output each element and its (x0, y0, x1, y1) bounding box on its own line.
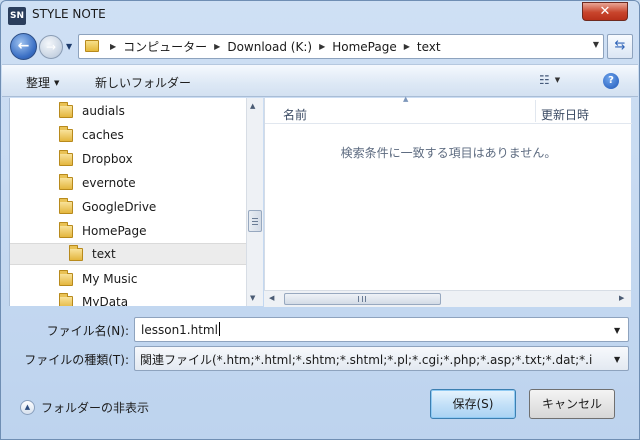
view-list-icon: ☷ (539, 73, 550, 87)
tree-item-label: My Music (82, 272, 138, 286)
file-list-pane[interactable]: ▲ 名前 更新日時 検索条件に一致する項目はありません。 (264, 95, 632, 306)
tree-item-label: caches (82, 128, 124, 142)
refresh-button[interactable]: ⇆ (607, 34, 633, 59)
refresh-icon: ⇆ (614, 38, 626, 53)
filetype-label: ファイルの種類(T): (24, 353, 129, 367)
command-bar: 整理 ▼ 新しいフォルダー ☷ ▼ ? (2, 64, 638, 97)
organize-button[interactable]: 整理 ▼ (26, 74, 59, 91)
organize-label: 整理 (26, 76, 51, 90)
folder-icon (59, 197, 73, 214)
scroll-right-icon[interactable]: ▶ (619, 294, 624, 302)
tree-item-mydata[interactable]: MyData (10, 291, 246, 306)
column-header-date[interactable]: 更新日時 (541, 106, 589, 123)
column-divider[interactable] (535, 100, 536, 122)
chevron-right-icon[interactable]: ▶ (214, 42, 220, 51)
navigation-pane[interactable]: audials caches Dropbox evernote GoogleDr… (9, 98, 263, 306)
address-dropdown-icon[interactable]: ▼ (593, 40, 599, 49)
breadcrumb-text[interactable]: text (417, 40, 441, 54)
new-folder-button[interactable]: 新しいフォルダー (95, 74, 191, 91)
tree-item-label: GoogleDrive (82, 200, 157, 214)
tree-item-label: evernote (82, 176, 136, 190)
chevron-right-icon[interactable]: ▶ (404, 42, 410, 51)
cancel-button[interactable]: キャンセル (529, 389, 615, 419)
chevron-down-icon[interactable]: ▼ (614, 355, 620, 364)
save-button[interactable]: 保存(S) (430, 389, 516, 419)
folder-icon (59, 221, 73, 238)
tree-item-audials[interactable]: audials (10, 100, 246, 122)
folder-icon (69, 244, 83, 261)
title-bar[interactable]: SN STYLE NOTE ✕ (1, 1, 639, 29)
chevron-down-icon[interactable]: ▼ (614, 326, 620, 335)
scroll-down-icon[interactable]: ▼ (250, 294, 255, 302)
scroll-up-icon[interactable]: ▲ (250, 102, 255, 110)
scroll-left-icon[interactable]: ◀ (269, 294, 274, 302)
arrow-right-icon: → (45, 40, 57, 54)
breadcrumb-download[interactable]: Download (K:) (227, 40, 312, 54)
column-header-row: ▲ 名前 更新日時 (265, 95, 632, 124)
window-title: STYLE NOTE (32, 7, 106, 21)
text-caret (218, 322, 220, 336)
help-icon[interactable]: ? (603, 73, 619, 89)
breadcrumb-computer[interactable]: コンピューター (123, 38, 207, 55)
filename-label: ファイル名(N): (46, 324, 129, 338)
tree-item-label: MyData (82, 295, 129, 306)
tree-item-googledrive[interactable]: GoogleDrive (10, 196, 246, 218)
arrow-left-icon: ← (17, 38, 30, 54)
folder-icon (59, 101, 73, 118)
tree-item-label: Dropbox (82, 152, 133, 166)
tree-item-label: audials (82, 104, 125, 118)
tree-item-evernote[interactable]: evernote (10, 172, 246, 194)
tree-item-text[interactable]: text (10, 243, 246, 265)
folder-icon (59, 149, 73, 166)
address-row: ← → ▼ ▶ コンピューター ▶ Download (K:) ▶ HomePa… (1, 30, 639, 62)
view-options-button[interactable]: ☷ ▼ (539, 73, 575, 89)
back-button[interactable]: ← (10, 33, 37, 60)
tree-item-label: text (92, 247, 116, 261)
chevron-down-icon: ▼ (554, 76, 561, 84)
chevron-right-icon[interactable]: ▶ (110, 42, 116, 51)
address-bar[interactable]: ▶ コンピューター ▶ Download (K:) ▶ HomePage ▶ t… (78, 34, 604, 59)
scrollbar-thumb[interactable] (284, 293, 441, 305)
folder-icon (85, 40, 99, 52)
tree-item-homepage[interactable]: HomePage (10, 220, 246, 242)
recent-pages-dropdown[interactable]: ▼ (66, 42, 72, 51)
breadcrumb-homepage[interactable]: HomePage (332, 40, 397, 54)
breadcrumb: ▶ コンピューター ▶ Download (K:) ▶ HomePage ▶ t… (103, 35, 441, 58)
app-icon: SN (8, 7, 26, 25)
scrollbar-thumb[interactable] (248, 210, 262, 232)
filetype-select[interactable]: 関連ファイル(*.htm;*.html;*.shtm;*.shtml;*.pl;… (134, 346, 629, 371)
tree-item-my-music[interactable]: My Music (10, 268, 246, 290)
hide-folders-toggle[interactable]: ▲ フォルダーの非表示 (20, 399, 149, 416)
save-dialog: SN STYLE NOTE ✕ ← → ▼ ▶ コンピューター ▶ Downlo… (0, 0, 640, 440)
grip-icon (252, 218, 258, 225)
empty-results-message: 検索条件に一致する項目はありません。 (340, 146, 557, 160)
folder-icon (59, 269, 73, 286)
grip-icon (358, 296, 366, 302)
filename-field[interactable]: lesson1.html (134, 317, 629, 342)
filename-value: lesson1.html (141, 323, 218, 337)
tree-item-dropbox[interactable]: Dropbox (10, 148, 246, 170)
tree-item-caches[interactable]: caches (10, 124, 246, 146)
file-list-hscrollbar[interactable]: ◀ ▶ (264, 290, 631, 307)
sort-ascending-icon: ▲ (403, 95, 409, 103)
navigation-scrollbar[interactable]: ▲ ▼ (246, 98, 263, 306)
chevron-down-icon: ▼ (54, 79, 60, 87)
chevron-up-icon: ▲ (20, 400, 35, 415)
folder-icon (59, 292, 73, 306)
column-header-name[interactable]: 名前 (283, 106, 307, 123)
folder-icon (59, 173, 73, 190)
forward-button[interactable]: → (39, 35, 63, 59)
hide-folders-label: フォルダーの非表示 (41, 401, 150, 415)
chevron-right-icon[interactable]: ▶ (319, 42, 325, 51)
folder-icon (59, 125, 73, 142)
close-button[interactable]: ✕ (582, 2, 628, 21)
tree-item-label: HomePage (82, 224, 147, 238)
